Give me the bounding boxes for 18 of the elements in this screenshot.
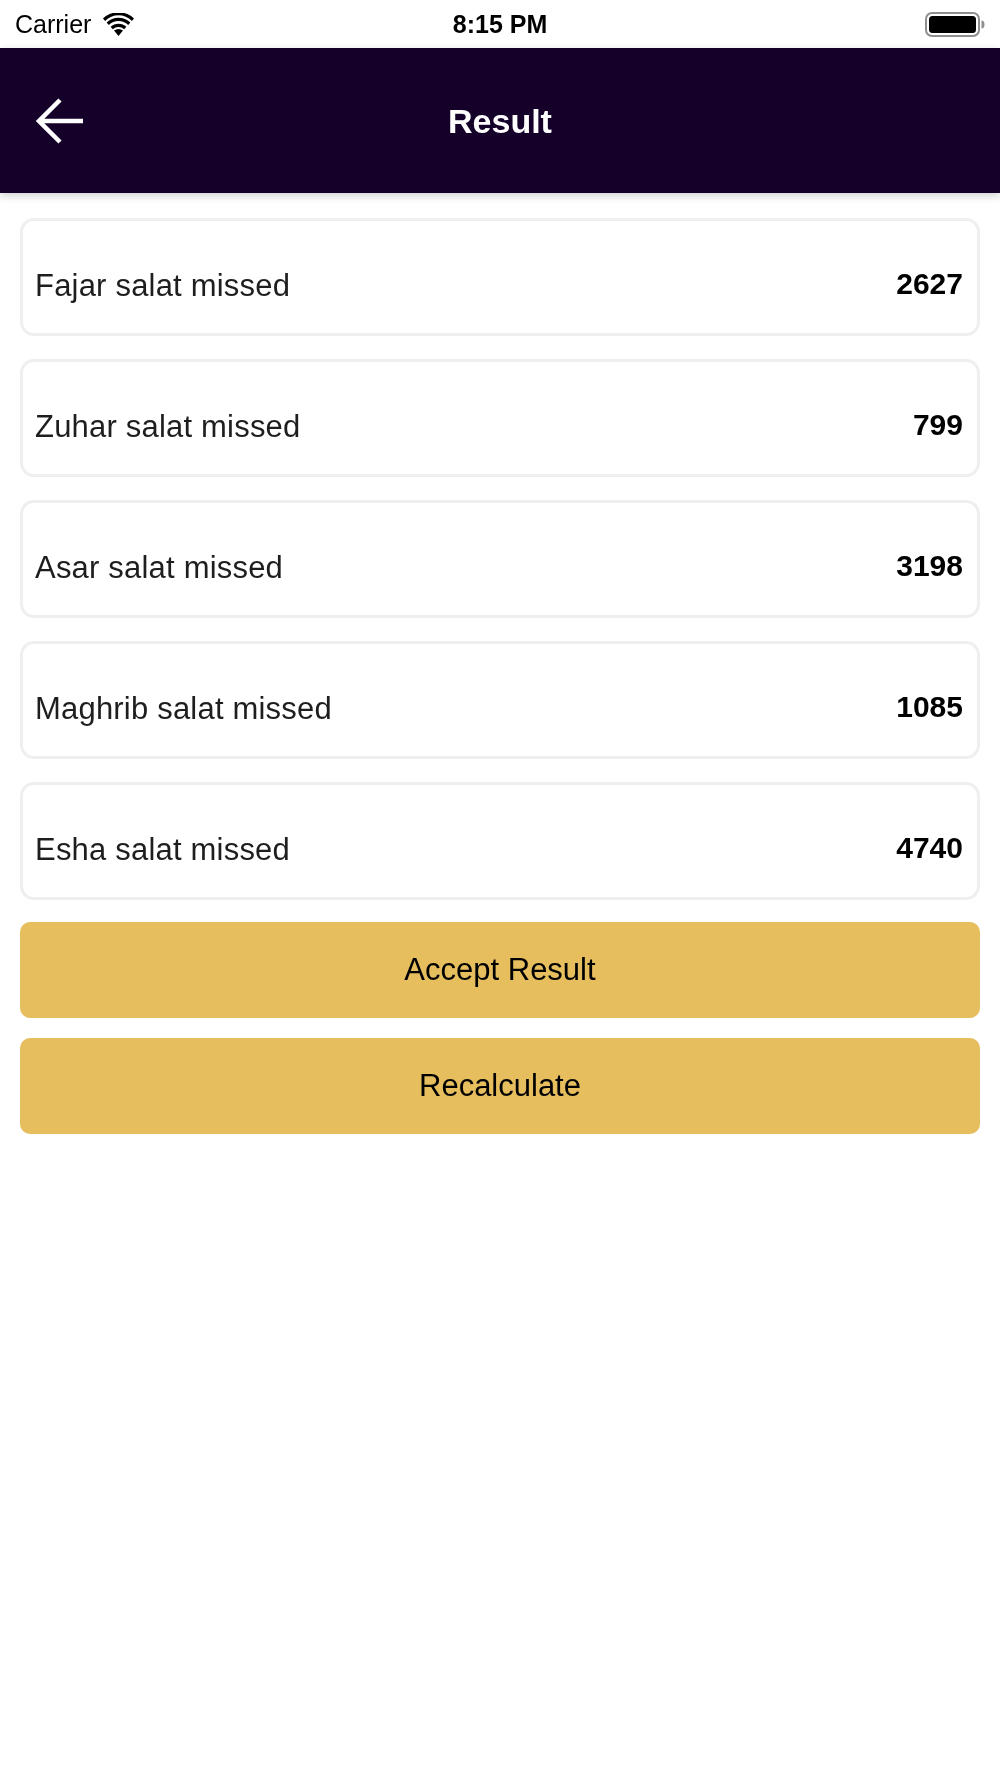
wifi-icon xyxy=(103,12,135,36)
result-label: Asar salat missed xyxy=(35,549,284,587)
result-count: 799 xyxy=(912,407,963,443)
result-label: Zuhar salat missed xyxy=(35,408,301,446)
result-count: 1085 xyxy=(896,689,963,725)
result-count: 4740 xyxy=(896,830,963,866)
action-button[interactable]: Recalculate xyxy=(20,1038,980,1134)
action-button[interactable]: Accept Result xyxy=(20,922,980,1018)
result-label: Fajar salat missed xyxy=(35,267,291,305)
result-label: Maghrib salat missed xyxy=(35,690,332,728)
battery-icon xyxy=(925,11,985,37)
carrier-name: Carrier xyxy=(15,9,92,39)
back-arrow-icon xyxy=(35,96,85,145)
result-count: 2627 xyxy=(896,266,963,302)
result-label: Esha salat missed xyxy=(35,831,290,869)
result-count: 3198 xyxy=(896,548,963,584)
screen-title: Result xyxy=(447,100,553,141)
clock-time: 8:15 PM xyxy=(452,9,548,39)
